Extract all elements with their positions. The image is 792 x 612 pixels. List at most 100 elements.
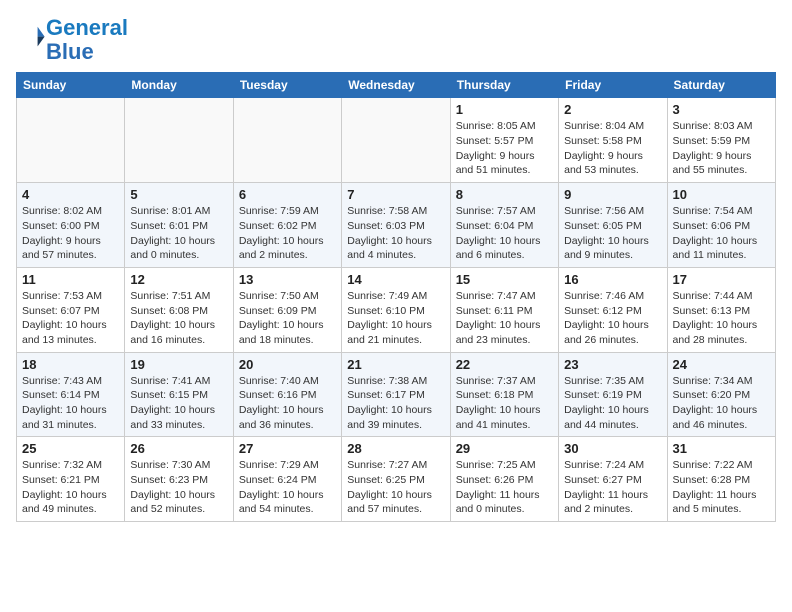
calendar-week-3: 11 Sunrise: 7:53 AMSunset: 6:07 PMDayligh… (17, 267, 776, 352)
day-number: 14 (347, 272, 444, 287)
cell-content: Sunrise: 7:51 AMSunset: 6:08 PMDaylight:… (130, 289, 227, 348)
day-number: 11 (22, 272, 119, 287)
calendar-cell: 30 Sunrise: 7:24 AMSunset: 6:27 PMDayligh… (559, 437, 667, 522)
cell-content: Sunrise: 7:58 AMSunset: 6:03 PMDaylight:… (347, 204, 444, 263)
cell-content: Sunrise: 7:38 AMSunset: 6:17 PMDaylight:… (347, 374, 444, 433)
day-number: 2 (564, 102, 661, 117)
cell-content: Sunrise: 7:41 AMSunset: 6:15 PMDaylight:… (130, 374, 227, 433)
day-number: 25 (22, 441, 119, 456)
calendar-cell: 24 Sunrise: 7:34 AMSunset: 6:20 PMDayligh… (667, 352, 775, 437)
day-number: 12 (130, 272, 227, 287)
cell-content: Sunrise: 7:57 AMSunset: 6:04 PMDaylight:… (456, 204, 553, 263)
cell-content: Sunrise: 7:44 AMSunset: 6:13 PMDaylight:… (673, 289, 770, 348)
logo: GeneralBlue (16, 16, 128, 64)
day-number: 30 (564, 441, 661, 456)
day-number: 21 (347, 357, 444, 372)
day-number: 19 (130, 357, 227, 372)
day-number: 16 (564, 272, 661, 287)
cell-content: Sunrise: 7:46 AMSunset: 6:12 PMDaylight:… (564, 289, 661, 348)
calendar-cell: 2 Sunrise: 8:04 AMSunset: 5:58 PMDaylight… (559, 98, 667, 183)
cell-content: Sunrise: 7:40 AMSunset: 6:16 PMDaylight:… (239, 374, 336, 433)
calendar-week-1: 1Sunrise: 8:05 AMSunset: 5:57 PMDaylight… (17, 98, 776, 183)
calendar-cell: 17 Sunrise: 7:44 AMSunset: 6:13 PMDayligh… (667, 267, 775, 352)
calendar-cell: 23 Sunrise: 7:35 AMSunset: 6:19 PMDayligh… (559, 352, 667, 437)
calendar-cell (125, 98, 233, 183)
day-number: 26 (130, 441, 227, 456)
day-number: 6 (239, 187, 336, 202)
calendar-cell: 13Sunrise: 7:50 AMSunset: 6:09 PMDayligh… (233, 267, 341, 352)
page-header: GeneralBlue (16, 16, 776, 64)
day-number: 9 (564, 187, 661, 202)
calendar-week-5: 25 Sunrise: 7:32 AMSunset: 6:21 PMDayligh… (17, 437, 776, 522)
cell-content: Sunrise: 7:47 AMSunset: 6:11 PMDaylight:… (456, 289, 553, 348)
cell-content: Sunrise: 8:03 AMSunset: 5:59 PMDaylight:… (673, 119, 770, 178)
cell-content: Sunrise: 8:05 AMSunset: 5:57 PMDaylight:… (456, 119, 553, 178)
calendar-cell (17, 98, 125, 183)
cell-content: Sunrise: 8:02 AMSunset: 6:00 PMDaylight:… (22, 204, 119, 263)
calendar-cell: 28 Sunrise: 7:27 AMSunset: 6:25 PMDayligh… (342, 437, 450, 522)
column-header-thursday: Thursday (450, 73, 558, 98)
calendar-cell: 31 Sunrise: 7:22 AMSunset: 6:28 PMDayligh… (667, 437, 775, 522)
cell-content: Sunrise: 7:56 AMSunset: 6:05 PMDaylight:… (564, 204, 661, 263)
day-number: 4 (22, 187, 119, 202)
day-number: 18 (22, 357, 119, 372)
day-number: 10 (673, 187, 770, 202)
cell-content: Sunrise: 7:35 AMSunset: 6:19 PMDaylight:… (564, 374, 661, 433)
calendar-cell: 6 Sunrise: 7:59 AMSunset: 6:02 PMDaylight… (233, 183, 341, 268)
logo-icon (18, 24, 46, 52)
column-header-saturday: Saturday (667, 73, 775, 98)
calendar-header-row: SundayMondayTuesdayWednesdayThursdayFrid… (17, 73, 776, 98)
cell-content: Sunrise: 7:53 AMSunset: 6:07 PMDaylight:… (22, 289, 119, 348)
day-number: 8 (456, 187, 553, 202)
cell-content: Sunrise: 7:37 AMSunset: 6:18 PMDaylight:… (456, 374, 553, 433)
calendar-cell: 3Sunrise: 8:03 AMSunset: 5:59 PMDaylight… (667, 98, 775, 183)
cell-content: Sunrise: 7:32 AMSunset: 6:21 PMDaylight:… (22, 458, 119, 517)
cell-content: Sunrise: 7:50 AMSunset: 6:09 PMDaylight:… (239, 289, 336, 348)
calendar-cell: 21 Sunrise: 7:38 AMSunset: 6:17 PMDayligh… (342, 352, 450, 437)
day-number: 24 (673, 357, 770, 372)
day-number: 7 (347, 187, 444, 202)
calendar-cell: 8 Sunrise: 7:57 AMSunset: 6:04 PMDaylight… (450, 183, 558, 268)
calendar-cell: 29Sunrise: 7:25 AMSunset: 6:26 PMDayligh… (450, 437, 558, 522)
calendar-cell: 15Sunrise: 7:47 AMSunset: 6:11 PMDayligh… (450, 267, 558, 352)
calendar-cell (233, 98, 341, 183)
calendar-cell: 27 Sunrise: 7:29 AMSunset: 6:24 PMDayligh… (233, 437, 341, 522)
cell-content: Sunrise: 7:27 AMSunset: 6:25 PMDaylight:… (347, 458, 444, 517)
calendar-cell: 7 Sunrise: 7:58 AMSunset: 6:03 PMDaylight… (342, 183, 450, 268)
calendar-cell: 22Sunrise: 7:37 AMSunset: 6:18 PMDayligh… (450, 352, 558, 437)
day-number: 20 (239, 357, 336, 372)
column-header-tuesday: Tuesday (233, 73, 341, 98)
day-number: 23 (564, 357, 661, 372)
column-header-monday: Monday (125, 73, 233, 98)
cell-content: Sunrise: 7:43 AMSunset: 6:14 PMDaylight:… (22, 374, 119, 433)
cell-content: Sunrise: 8:04 AMSunset: 5:58 PMDaylight:… (564, 119, 661, 178)
day-number: 5 (130, 187, 227, 202)
day-number: 29 (456, 441, 553, 456)
calendar-cell: 25 Sunrise: 7:32 AMSunset: 6:21 PMDayligh… (17, 437, 125, 522)
column-header-wednesday: Wednesday (342, 73, 450, 98)
logo-text: GeneralBlue (46, 16, 128, 64)
day-number: 27 (239, 441, 336, 456)
cell-content: Sunrise: 7:54 AMSunset: 6:06 PMDaylight:… (673, 204, 770, 263)
day-number: 31 (673, 441, 770, 456)
calendar-cell (342, 98, 450, 183)
day-number: 28 (347, 441, 444, 456)
calendar-cell: 18 Sunrise: 7:43 AMSunset: 6:14 PMDayligh… (17, 352, 125, 437)
cell-content: Sunrise: 7:34 AMSunset: 6:20 PMDaylight:… (673, 374, 770, 433)
calendar-table: SundayMondayTuesdayWednesdayThursdayFrid… (16, 72, 776, 522)
cell-content: Sunrise: 7:22 AMSunset: 6:28 PMDaylight:… (673, 458, 770, 517)
cell-content: Sunrise: 7:29 AMSunset: 6:24 PMDaylight:… (239, 458, 336, 517)
calendar-week-2: 4 Sunrise: 8:02 AMSunset: 6:00 PMDaylight… (17, 183, 776, 268)
cell-content: Sunrise: 7:30 AMSunset: 6:23 PMDaylight:… (130, 458, 227, 517)
cell-content: Sunrise: 7:24 AMSunset: 6:27 PMDaylight:… (564, 458, 661, 517)
calendar-cell: 16 Sunrise: 7:46 AMSunset: 6:12 PMDayligh… (559, 267, 667, 352)
day-number: 17 (673, 272, 770, 287)
calendar-cell: 19 Sunrise: 7:41 AMSunset: 6:15 PMDayligh… (125, 352, 233, 437)
calendar-cell: 20 Sunrise: 7:40 AMSunset: 6:16 PMDayligh… (233, 352, 341, 437)
calendar-cell: 11 Sunrise: 7:53 AMSunset: 6:07 PMDayligh… (17, 267, 125, 352)
calendar-cell: 9 Sunrise: 7:56 AMSunset: 6:05 PMDaylight… (559, 183, 667, 268)
calendar-cell: 10 Sunrise: 7:54 AMSunset: 6:06 PMDayligh… (667, 183, 775, 268)
cell-content: Sunrise: 7:59 AMSunset: 6:02 PMDaylight:… (239, 204, 336, 263)
column-header-sunday: Sunday (17, 73, 125, 98)
column-header-friday: Friday (559, 73, 667, 98)
